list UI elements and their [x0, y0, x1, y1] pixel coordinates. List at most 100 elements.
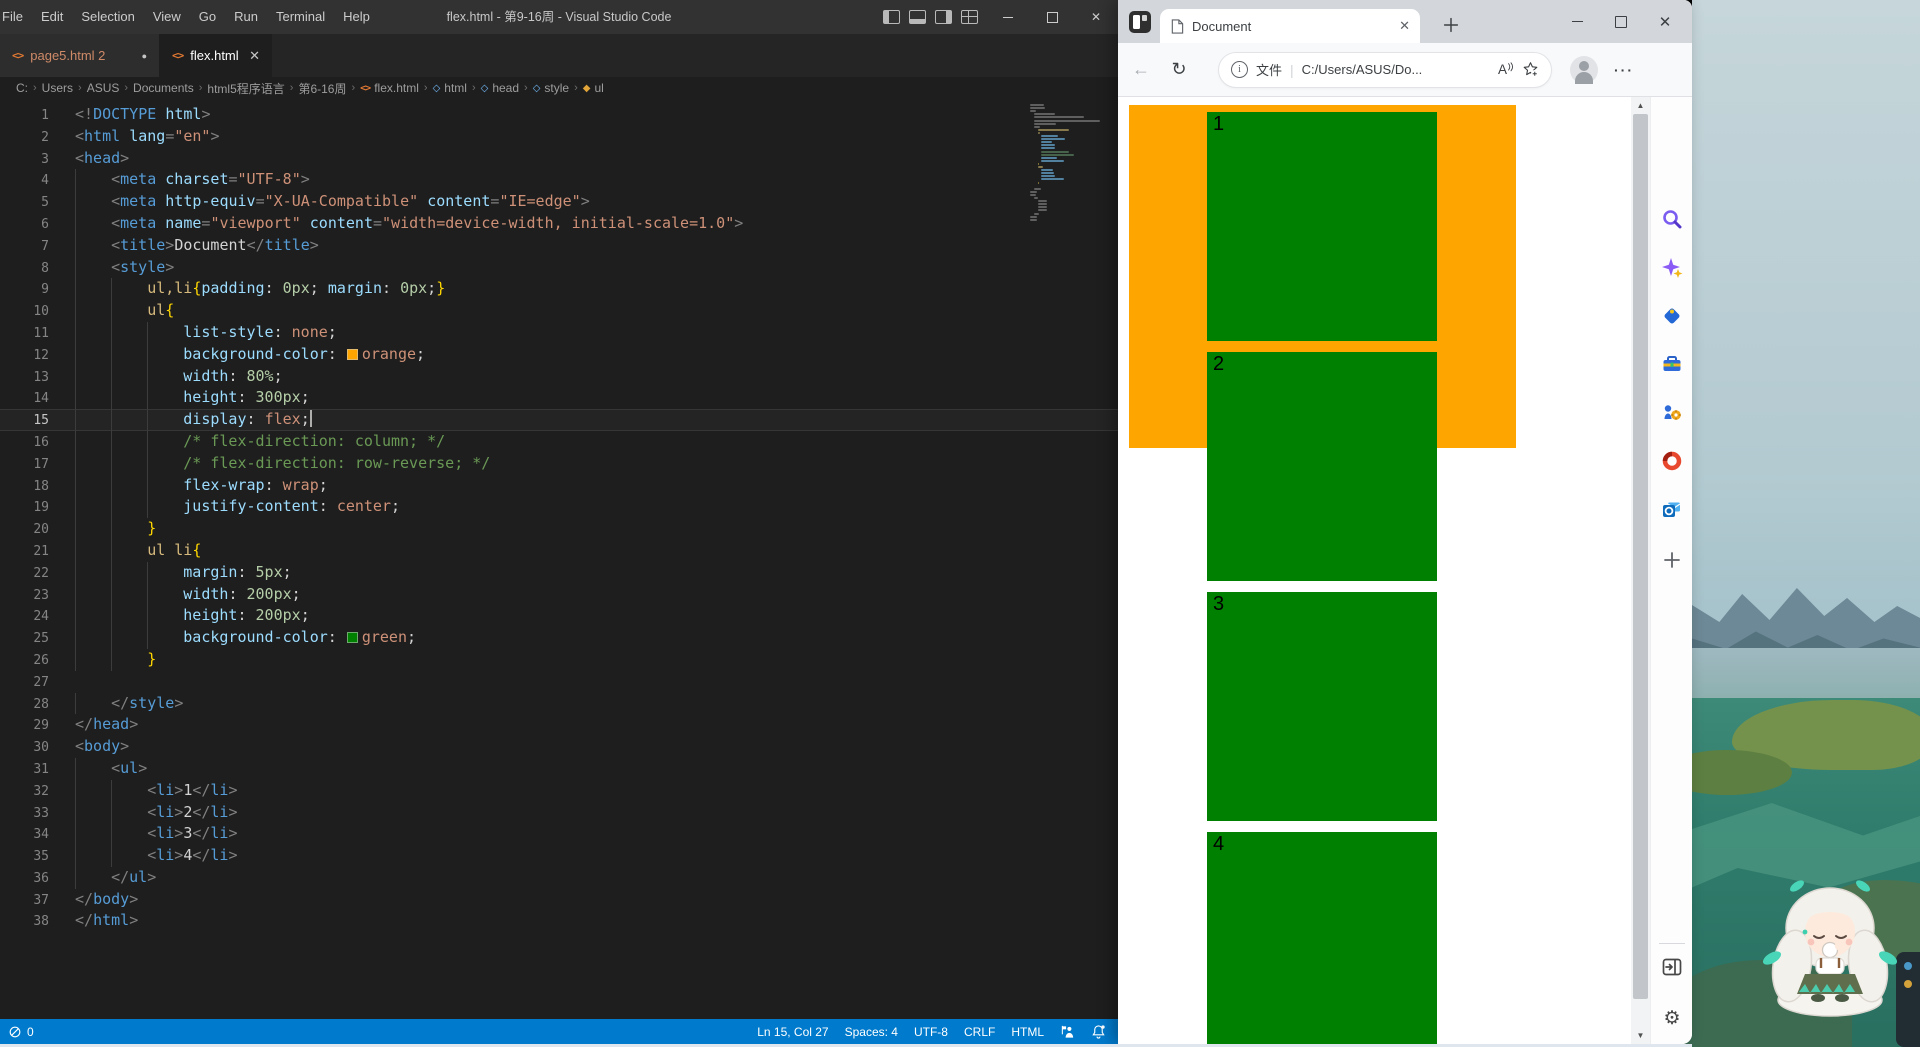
sidebar-outlook-icon[interactable] [1660, 498, 1684, 522]
menu-run[interactable]: Run [225, 0, 267, 34]
maximize-button[interactable] [1030, 0, 1074, 34]
code-line[interactable]: 21ul li{ [0, 540, 1118, 562]
code-line[interactable]: 24height: 200px; [0, 605, 1118, 627]
toggle-secondary-sidebar-icon[interactable] [935, 10, 952, 24]
menu-selection[interactable]: Selection [72, 0, 143, 34]
menu-help[interactable]: Help [334, 0, 379, 34]
sidebar-copilot-icon[interactable] [1660, 256, 1684, 280]
close-button[interactable]: ✕ [1643, 4, 1687, 40]
favorites-star-icon[interactable] [1522, 61, 1539, 78]
indentation[interactable]: Spaces: 4 [845, 1025, 898, 1039]
sidebar-settings-icon[interactable]: ⚙ [1660, 1006, 1684, 1030]
encoding[interactable]: UTF-8 [914, 1025, 948, 1039]
profile-avatar[interactable] [1570, 56, 1598, 84]
page-info-icon[interactable]: i [1231, 61, 1248, 78]
code-line[interactable]: 35<li>4</li> [0, 845, 1118, 867]
code-line[interactable]: 25background-color: green; [0, 627, 1118, 649]
breadcrumb-item[interactable]: Documents [133, 81, 194, 95]
breadcrumb-item[interactable]: ◇html [433, 81, 467, 95]
code-line[interactable]: 33<li>2</li> [0, 802, 1118, 824]
breadcrumb-item[interactable]: ◇head [481, 81, 519, 95]
breadcrumb-item[interactable]: ◇style [533, 81, 569, 95]
menu-edit[interactable]: Edit [32, 0, 72, 34]
new-tab-button[interactable] [1436, 10, 1466, 40]
code-line[interactable]: 38</html> [0, 910, 1118, 932]
url-text[interactable]: C:/Users/ASUS/Do... [1302, 62, 1490, 77]
code-line[interactable]: 16/* flex-direction: column; */ [0, 431, 1118, 453]
menu-go[interactable]: Go [190, 0, 225, 34]
close-button[interactable]: ✕ [1074, 0, 1118, 34]
eol-sequence[interactable]: CRLF [964, 1025, 995, 1039]
back-button[interactable]: ← [1126, 59, 1156, 80]
sidebar-shopping-icon[interactable] [1660, 304, 1684, 328]
breadcrumb-item[interactable]: <>flex.html [360, 81, 419, 95]
menu-terminal[interactable]: Terminal [267, 0, 334, 34]
browser-tab-document[interactable]: Document ✕ [1160, 9, 1420, 43]
menu-file[interactable]: File [0, 0, 32, 34]
sidebar-toolbox-icon[interactable] [1660, 352, 1684, 376]
code-line[interactable]: 32<li>1</li> [0, 780, 1118, 802]
code-line[interactable]: 6<meta name="viewport" content="width=de… [0, 213, 1118, 235]
tab-workspaces-icon[interactable] [1129, 11, 1151, 33]
page-scrollbar[interactable]: ▲ ▼ [1631, 97, 1650, 1044]
minimize-button[interactable] [1555, 4, 1599, 40]
breadcrumb-item[interactable]: C: [16, 81, 28, 95]
scrollbar-thumb[interactable] [1633, 114, 1648, 999]
code-line[interactable]: 31<ul> [0, 758, 1118, 780]
code-line[interactable]: 14height: 300px; [0, 387, 1118, 409]
toggle-panel-icon[interactable] [909, 10, 926, 24]
minimize-button[interactable] [986, 0, 1030, 34]
read-aloud-icon[interactable]: A [1498, 62, 1514, 77]
code-editor[interactable]: 1<!DOCTYPE html>2<html lang="en">3<head>… [0, 99, 1118, 932]
code-line[interactable]: 3<head> [0, 148, 1118, 170]
code-line[interactable]: 20} [0, 518, 1118, 540]
maximize-button[interactable] [1599, 4, 1643, 40]
code-line[interactable]: 4<meta charset="UTF-8"> [0, 169, 1118, 191]
code-line[interactable]: 11list-style: none; [0, 322, 1118, 344]
notifications-bell-icon[interactable] [1091, 1024, 1106, 1039]
code-line[interactable]: 37</body> [0, 889, 1118, 911]
tab-flex-html[interactable]: <> flex.html ✕ [160, 34, 272, 77]
code-line[interactable]: 10ul{ [0, 300, 1118, 322]
sidebar-add-icon[interactable] [1660, 548, 1684, 572]
code-line[interactable]: 36</ul> [0, 867, 1118, 889]
tab-page5-html[interactable]: <> page5.html 2 ● [0, 34, 160, 77]
language-mode[interactable]: HTML [1011, 1025, 1044, 1039]
breadcrumb-item[interactable]: ASUS [87, 81, 120, 95]
scroll-down-icon[interactable]: ▼ [1631, 1027, 1650, 1044]
code-line[interactable]: 9ul,li{padding: 0px; margin: 0px;} [0, 278, 1118, 300]
close-tab-icon[interactable]: ✕ [249, 48, 260, 64]
code-line[interactable]: 12background-color: orange; [0, 344, 1118, 366]
settings-menu-icon[interactable]: ··· [1614, 62, 1634, 78]
code-line[interactable]: 22margin: 5px; [0, 562, 1118, 584]
problems-indicator[interactable]: 0 [0, 1025, 34, 1039]
refresh-button[interactable]: ↻ [1164, 59, 1194, 80]
code-line[interactable]: 15display: flex; [0, 409, 1118, 431]
code-line[interactable]: 28</style> [0, 693, 1118, 715]
code-line[interactable]: 5<meta http-equiv="X-UA-Compatible" cont… [0, 191, 1118, 213]
feedback-icon[interactable] [1060, 1024, 1075, 1039]
sidebar-office-icon[interactable] [1660, 449, 1684, 473]
sidebar-search-icon[interactable] [1660, 207, 1684, 231]
code-line[interactable]: 8<style> [0, 257, 1118, 279]
address-bar[interactable]: i 文件 | C:/Users/ASUS/Do... A [1218, 52, 1552, 88]
close-tab-icon[interactable]: ✕ [1399, 18, 1410, 34]
code-line[interactable]: 17/* flex-direction: row-reverse; */ [0, 453, 1118, 475]
code-line[interactable]: 26} [0, 649, 1118, 671]
code-line[interactable]: 29</head> [0, 714, 1118, 736]
code-line[interactable]: 34<li>3</li> [0, 823, 1118, 845]
breadcrumb-item[interactable]: 第6-16周 [298, 80, 346, 97]
minimap[interactable] [1030, 104, 1106, 244]
toggle-sidebar-icon[interactable] [883, 10, 900, 24]
code-line[interactable]: 13width: 80%; [0, 366, 1118, 388]
code-line[interactable]: 23width: 200px; [0, 584, 1118, 606]
sidebar-games-icon[interactable] [1660, 400, 1684, 424]
breadcrumb-item[interactable]: Users [42, 81, 73, 95]
scroll-up-icon[interactable]: ▲ [1631, 97, 1650, 114]
code-line[interactable]: 19justify-content: center; [0, 496, 1118, 518]
unsaved-dot-icon[interactable]: ● [142, 51, 147, 61]
customize-layout-icon[interactable] [961, 10, 978, 24]
cursor-position[interactable]: Ln 15, Col 27 [757, 1025, 828, 1039]
breadcrumb-item[interactable]: ◆ul [583, 81, 604, 95]
code-line[interactable]: 2<html lang="en"> [0, 126, 1118, 148]
